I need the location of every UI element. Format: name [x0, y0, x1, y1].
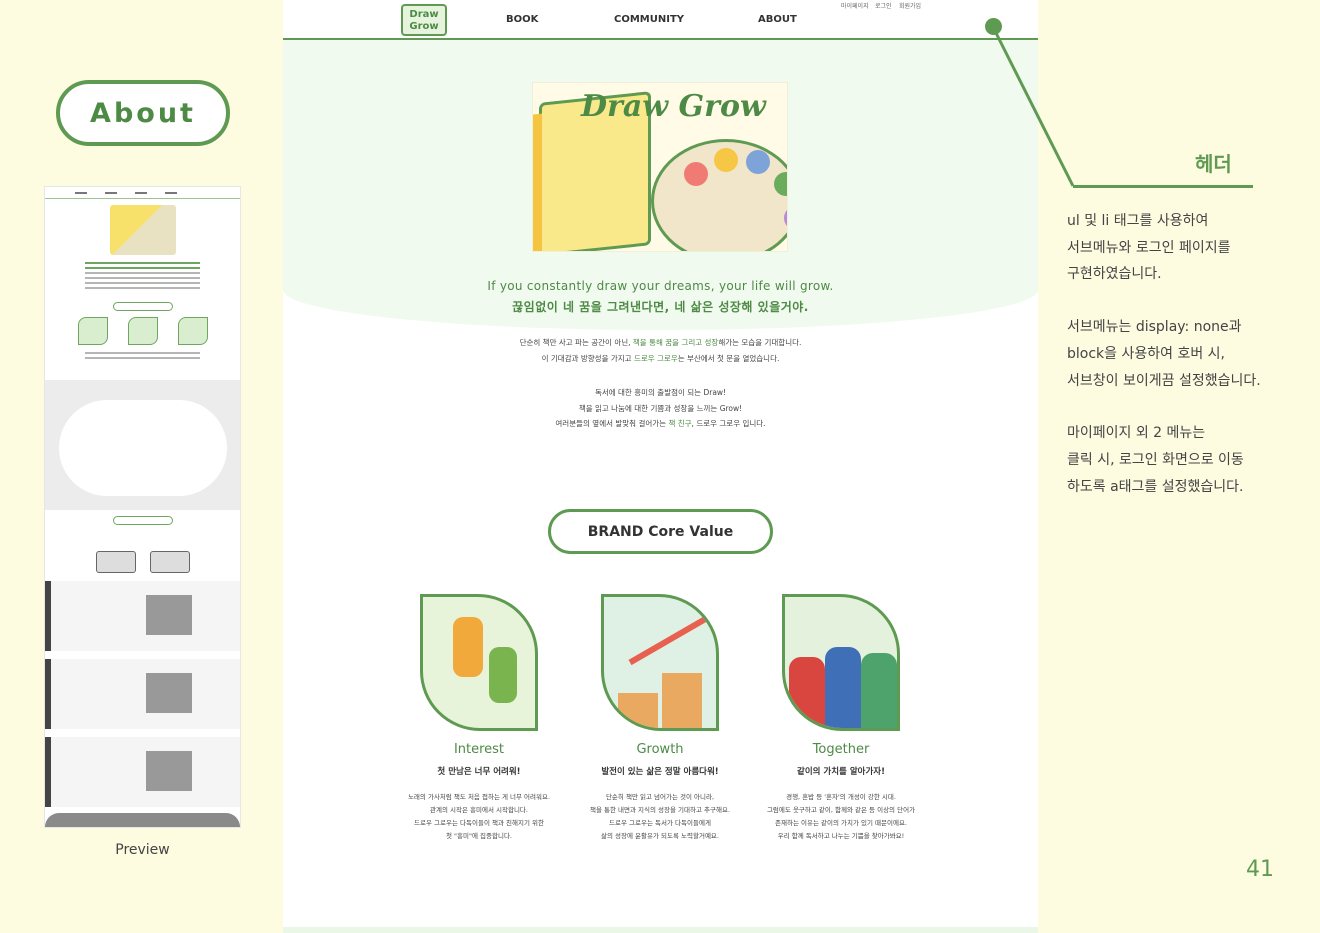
- desc-paragraph: ul 및 li 태그를 사용하여 서브메뉴와 로그인 페이지를 구현하였습니다.: [1067, 213, 1231, 283]
- callout-underline: [1073, 185, 1253, 188]
- desc-paragraph: 마이페이지 외 2 메뉴는 클릭 시, 로그인 화면으로 이동 하도록 a태그를…: [1067, 425, 1244, 495]
- desc-paragraph: 서브메뉴는 display: none과 block을 사용하여 호버 시, 서…: [1067, 319, 1261, 389]
- callout-heading: 헤더: [1195, 152, 1232, 176]
- page-number: 41: [1246, 857, 1274, 882]
- callout-description: ul 및 li 태그를 사용하여 서브메뉴와 로그인 페이지를 구현하였습니다.…: [1067, 208, 1307, 526]
